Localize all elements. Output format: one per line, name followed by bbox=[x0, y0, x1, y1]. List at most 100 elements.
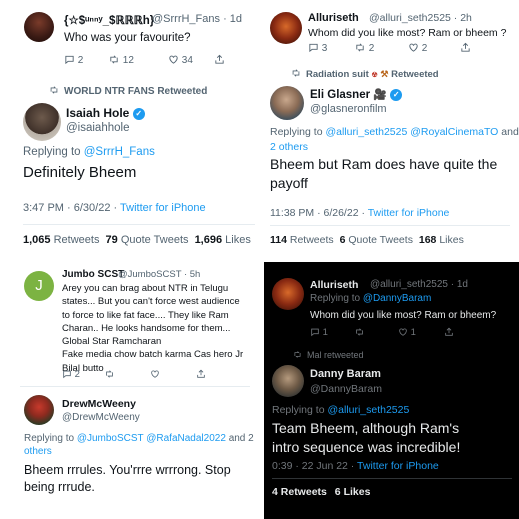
author-name[interactable]: Alluriseth bbox=[310, 279, 358, 291]
reply-icon bbox=[309, 43, 318, 53]
hazard-icon: ☢ bbox=[371, 72, 378, 79]
engagement-stats: 4 Retweets 6 Likes bbox=[272, 486, 370, 498]
reply-button[interactable]: 2 bbox=[62, 369, 80, 380]
avatar[interactable] bbox=[272, 365, 304, 397]
tweet-text: Bheem rrrules. You'rrre wrrrong. Stop be… bbox=[24, 463, 231, 494]
quotes-stat[interactable]: 6 Quote Tweets bbox=[340, 234, 413, 246]
avatar[interactable] bbox=[24, 395, 54, 425]
share-button[interactable] bbox=[214, 54, 225, 66]
author-handle[interactable]: @DrewMcWeeny bbox=[62, 412, 140, 423]
retweet-icon bbox=[50, 86, 58, 94]
reply-button[interactable]: 2 bbox=[64, 54, 83, 66]
replying-prefix: Replying to bbox=[24, 433, 75, 444]
retweets-stat[interactable]: 4 Retweets bbox=[272, 486, 327, 498]
time-text[interactable]: 0:39 · 22 Jun 22 · bbox=[272, 460, 354, 472]
retweeted-by: Radiation suit bbox=[306, 69, 369, 80]
tweet-text-line: Arey you can brag about NTR in Telugu bbox=[62, 283, 229, 294]
author-name[interactable]: Alluriseth bbox=[308, 12, 359, 24]
tweet-text: Whom did you like most? Ram or bheem ? bbox=[308, 27, 507, 39]
tweet-text-line: Global Star Ramcharan bbox=[62, 336, 162, 348]
likes-label: Likes bbox=[439, 234, 464, 246]
tweet-text-line: Charan.. He looks handsome for them... bbox=[62, 322, 231, 334]
retweets-count: 4 bbox=[272, 486, 278, 498]
retweets-stat[interactable]: 1,065 Retweets bbox=[23, 234, 99, 246]
retweet-count: 2 bbox=[368, 43, 375, 54]
retweets-count: 1,065 bbox=[23, 234, 51, 246]
mention-link[interactable]: @RafaNadal2022 bbox=[146, 433, 226, 444]
quotes-stat[interactable]: 79 Quote Tweets bbox=[106, 234, 189, 246]
tweet-panel-danny-baram: Alluriseth @alluri_seth2525 · 1d Replyin… bbox=[264, 262, 519, 519]
retweet-button[interactable] bbox=[354, 327, 365, 338]
mention-link[interactable]: @alluri_seth2525 bbox=[327, 404, 409, 416]
likes-stat[interactable]: 168 Likes bbox=[419, 234, 464, 246]
retweeted-by: WORLD NTR FANS Retweeted bbox=[64, 86, 208, 97]
author-handle[interactable]: @isaiahhole bbox=[66, 122, 129, 134]
author-handle[interactable]: @JumboSCST · 5h bbox=[118, 269, 200, 280]
author-name[interactable]: Danny Baram bbox=[310, 368, 381, 380]
divider bbox=[270, 225, 510, 226]
like-button[interactable]: 2 bbox=[408, 42, 427, 54]
tweet-panel-eli-glasner: Alluriseth @alluri_seth2525 · 2h Whom di… bbox=[262, 0, 519, 255]
avatar[interactable] bbox=[272, 278, 304, 310]
divider bbox=[20, 386, 250, 387]
mention-link[interactable]: @RoyalCinemaTO bbox=[410, 126, 498, 138]
author-handle[interactable]: @glasneronfilm bbox=[310, 103, 387, 115]
retweet-button[interactable]: 2 bbox=[354, 42, 374, 54]
avatar[interactable] bbox=[24, 12, 54, 42]
retweet-button[interactable] bbox=[104, 369, 115, 380]
likes-count: 6 bbox=[334, 486, 341, 498]
author-name[interactable]: Jumbo SCST bbox=[62, 269, 124, 280]
reply-count: 3 bbox=[321, 43, 328, 54]
likes-stat[interactable]: 1,696 Likes bbox=[195, 234, 251, 246]
share-button[interactable] bbox=[444, 327, 454, 338]
retweet-button[interactable]: 12 bbox=[108, 54, 134, 66]
client-link[interactable]: Twitter for iPhone bbox=[368, 207, 450, 219]
avatar[interactable] bbox=[23, 103, 61, 141]
author-name[interactable]: Isaiah Hole ✓ bbox=[66, 106, 145, 120]
reply-button[interactable]: 1 bbox=[310, 327, 328, 338]
others-link[interactable]: others bbox=[24, 446, 52, 457]
likes-label: Likes bbox=[343, 486, 371, 498]
author-name[interactable]: DrewMcWeeny bbox=[62, 398, 136, 410]
tweet-panel-isaiah-hole: {☆$ᵘⁿⁿʸ_$ℝℝℝh} @SrrrH_Fans · 1d Who was … bbox=[0, 0, 260, 255]
heart-icon bbox=[409, 43, 418, 52]
like-button[interactable] bbox=[150, 369, 160, 380]
avatar[interactable] bbox=[270, 12, 302, 44]
tweet-timestamp: 3:47 PM · 6/30/22 · Twitter for iPhone bbox=[23, 202, 206, 214]
share-icon bbox=[445, 327, 453, 336]
retweet-context[interactable]: Mal retweeted bbox=[292, 350, 364, 360]
time-text[interactable]: 3:47 PM · 6/30/22 · bbox=[23, 202, 117, 214]
retweets-stat[interactable]: 114 Retweets bbox=[270, 234, 334, 246]
mention-link[interactable]: @JumboSCST bbox=[77, 433, 144, 444]
tweet-text: Definitely Bheem bbox=[23, 164, 137, 181]
author-name[interactable]: Eli Glasner 🎥 ✓ bbox=[310, 88, 403, 101]
avatar[interactable]: J bbox=[24, 271, 54, 301]
author-handle[interactable]: @alluri_seth2525 · 1d bbox=[370, 279, 468, 290]
share-button[interactable] bbox=[196, 369, 206, 380]
avatar[interactable] bbox=[270, 86, 304, 120]
reply-button[interactable]: 3 bbox=[308, 42, 327, 54]
author-name[interactable]: {☆$ᵘⁿⁿʸ_$ℝℝℝh} bbox=[64, 13, 154, 27]
avatar-letter: J bbox=[35, 277, 43, 294]
share-icon bbox=[461, 42, 470, 52]
tweet-text: Arey you can brag about NTR in Telugu st… bbox=[62, 282, 243, 375]
mention-link[interactable]: @alluri_seth2525 bbox=[325, 126, 407, 138]
retweet-context[interactable]: WORLD NTR FANS Retweeted bbox=[48, 85, 207, 97]
tweet-timestamp: 11:38 PM · 6/26/22 · Twitter for iPhone bbox=[270, 207, 449, 219]
author-handle[interactable]: @DannyBaram bbox=[310, 383, 382, 395]
mention-link[interactable]: @SrrrH_Fans bbox=[84, 146, 155, 158]
like-button[interactable]: 34 bbox=[168, 54, 193, 66]
time-text[interactable]: 11:38 PM · 6/26/22 · bbox=[270, 207, 365, 219]
mention-link[interactable]: @DannyBaram bbox=[363, 293, 432, 304]
replying-to: Replying to @JumboSCST @RafaNadal2022 an… bbox=[24, 432, 259, 458]
retweet-context[interactable]: Radiation suit ☢ ⚒ Retweeted bbox=[290, 68, 439, 80]
likes-stat[interactable]: 6 Likes bbox=[335, 486, 371, 498]
author-handle[interactable]: @SrrrH_Fans · 1d bbox=[152, 13, 242, 25]
others-link[interactable]: 2 others bbox=[270, 141, 308, 153]
author-handle[interactable]: @alluri_seth2525 · 2h bbox=[369, 12, 472, 24]
client-link[interactable]: Twitter for iPhone bbox=[357, 460, 439, 472]
client-link[interactable]: Twitter for iPhone bbox=[120, 202, 206, 214]
like-button[interactable]: 1 bbox=[398, 327, 416, 338]
tweet-text-line: Fake media chow batch karma Cas hero Jr bbox=[62, 349, 244, 361]
share-button[interactable] bbox=[460, 42, 471, 54]
